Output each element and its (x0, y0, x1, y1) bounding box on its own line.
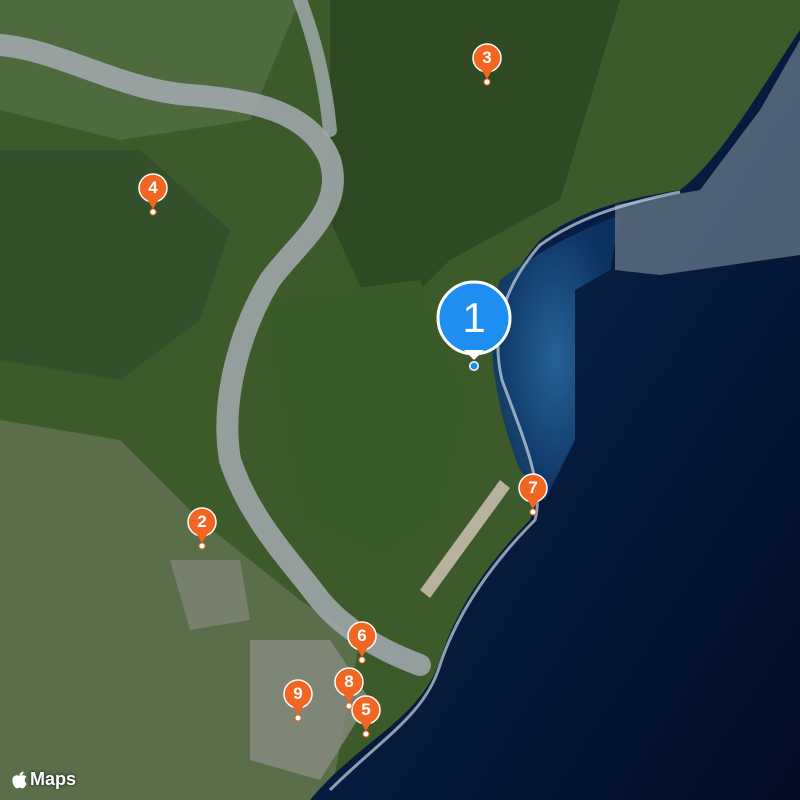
map-marker-2[interactable]: 2 (187, 507, 217, 551)
map-marker-1[interactable]: 1 (436, 280, 512, 372)
map-marker-4[interactable]: 4 (138, 173, 168, 217)
map-marker-8[interactable]: 8 (334, 667, 364, 711)
maps-attribution[interactable]: Maps (12, 769, 76, 790)
marker-label: 3 (482, 48, 492, 67)
attribution-text: Maps (30, 769, 77, 789)
marker-label: 2 (197, 512, 207, 531)
marker-label: 8 (344, 672, 354, 691)
marker-label: 4 (148, 178, 158, 197)
map-marker-3[interactable]: 3 (472, 43, 502, 87)
marker-label: 6 (357, 626, 367, 645)
apple-logo-icon (12, 771, 27, 788)
map-marker-9[interactable]: 9 (283, 679, 313, 723)
map-marker-6[interactable]: 6 (347, 621, 377, 665)
map-marker-7[interactable]: 7 (518, 473, 548, 517)
marker-label: 7 (528, 478, 538, 497)
marker-label: 9 (293, 684, 303, 703)
marker-label: 1 (462, 294, 486, 341)
satellite-map[interactable] (0, 0, 800, 800)
